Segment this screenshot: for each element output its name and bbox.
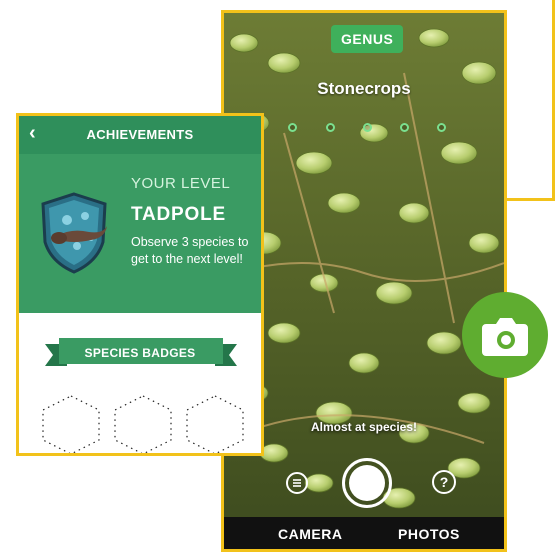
status-message: Almost at species! [310, 420, 418, 434]
species-badges-label: SPECIES BADGES [84, 346, 196, 360]
camera-icon [482, 318, 528, 356]
hexagon-badge-placeholder-icon [42, 395, 244, 453]
rank-dot [326, 123, 335, 132]
menu-button[interactable] [286, 472, 308, 494]
shutter-button[interactable] [342, 458, 392, 508]
connector-line-horizontal [505, 198, 555, 201]
rank-progress-dots [286, 123, 446, 135]
genus-name: Stonecrops [317, 79, 411, 98]
achievements-header: ‹ ACHIEVEMENTS [19, 116, 261, 154]
achievements-title: ACHIEVEMENTS [86, 127, 194, 142]
rank-dot [437, 123, 446, 132]
genus-rank-badge: GENUS [331, 25, 404, 53]
level-name: TADPOLE [131, 204, 226, 225]
shield-tadpole-icon [41, 192, 107, 274]
rank-dot [363, 123, 372, 132]
rank-dot [288, 123, 297, 132]
level-description: Observe 3 species to get to the next lev… [131, 235, 249, 266]
shutter-inner [349, 465, 385, 501]
tab-photos[interactable]: PHOTOS [398, 526, 460, 542]
bottom-tab-bar: CAMERA PHOTOS [224, 517, 504, 549]
rank-dot [400, 123, 409, 132]
your-level-label: YOUR LEVEL [131, 175, 231, 192]
help-button[interactable]: ? [432, 470, 456, 494]
tab-camera[interactable]: CAMERA [278, 526, 342, 542]
menu-icon [293, 479, 301, 487]
camera-fab-button[interactable] [462, 292, 548, 378]
achievements-screen: ‹ ACHIEVEMENTS YOUR LEVEL TADPOLE Observ… [16, 113, 264, 456]
